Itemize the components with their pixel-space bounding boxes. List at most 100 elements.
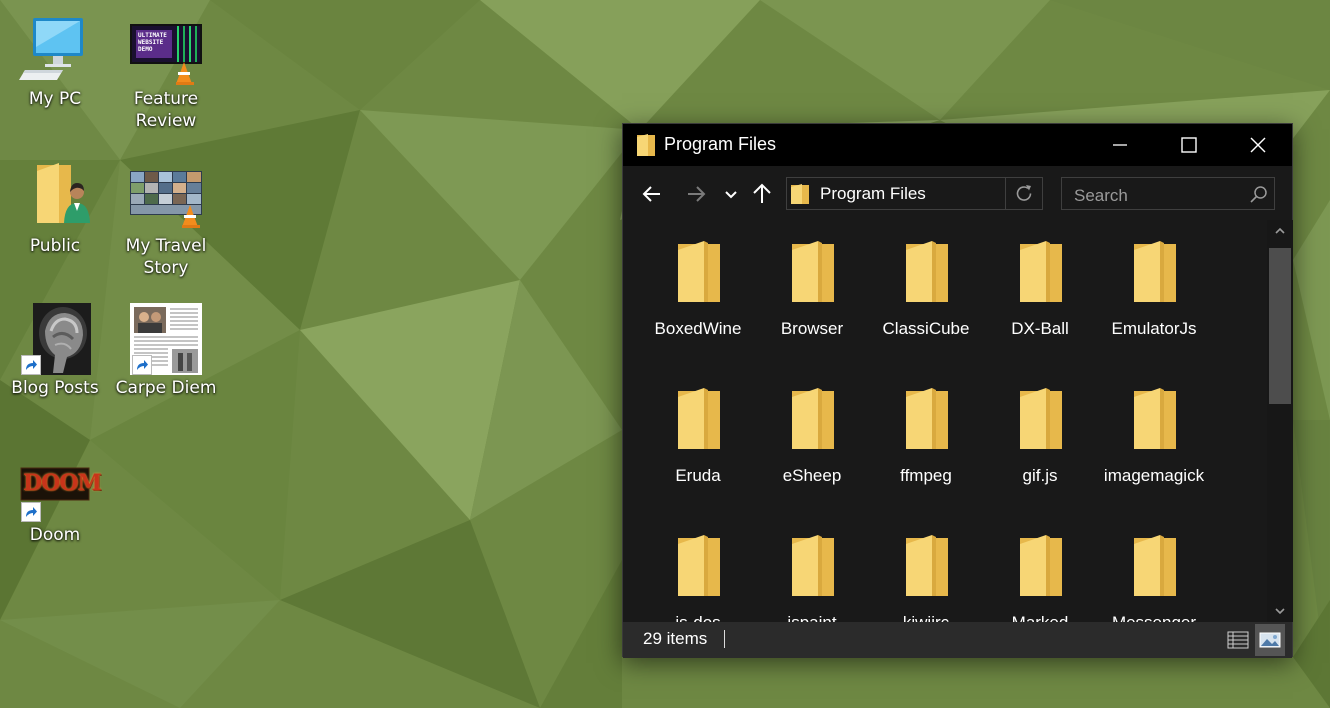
folder-label: EmulatorJs [1111, 319, 1197, 338]
search-icon [1250, 186, 1267, 203]
large-icons-view-button[interactable] [1255, 624, 1285, 656]
refresh-button[interactable] [1005, 178, 1042, 209]
desktop-icon-label: Carpe Diem [115, 378, 217, 398]
folder-item[interactable]: DX-Ball [984, 220, 1096, 340]
folder-icon [792, 535, 834, 596]
folder-label: Marked [986, 612, 1094, 622]
minimize-button[interactable] [1085, 124, 1154, 166]
address-bar[interactable]: Program Files [786, 177, 1043, 210]
computer-icon [19, 18, 83, 80]
recent-locations-button[interactable] [719, 181, 743, 207]
folder-item[interactable]: kiwiirc [870, 514, 982, 622]
status-separator [724, 630, 725, 648]
scroll-up-button[interactable] [1267, 220, 1293, 242]
folder-icon [792, 388, 834, 449]
arrow-right-icon [688, 186, 706, 202]
file-explorer-window[interactable]: Program Files Program Files Search Boxed… [622, 123, 1293, 658]
folder-label: js-dos [644, 612, 752, 622]
folder-item[interactable]: Marked [984, 514, 1096, 622]
desktop-icon-public[interactable]: Public [0, 161, 110, 301]
desktop-icon-label: Feature Review [133, 89, 199, 131]
folder-icon [1020, 388, 1062, 449]
folder-icon [1020, 241, 1062, 302]
folder-label: Browser [780, 319, 844, 338]
folder-item[interactable]: Messenger [1098, 514, 1210, 622]
chevron-up-icon [1275, 227, 1285, 234]
close-icon [1250, 137, 1266, 153]
folder-item[interactable]: js-dos [642, 514, 754, 622]
details-view-button[interactable] [1223, 624, 1253, 656]
arrow-up-icon [753, 183, 771, 203]
forward-button[interactable] [682, 181, 710, 207]
scroll-down-button[interactable] [1267, 600, 1293, 622]
folder-item[interactable]: Eruda [642, 367, 754, 487]
thumbnail-text: ULTIMATE WEBSITE DEMO [138, 32, 167, 53]
folder-label: ffmpeg [900, 466, 952, 485]
folder-item[interactable]: imagemagick [1098, 367, 1210, 487]
folder-label: kiwiirc [872, 612, 980, 622]
shortcut-arrow-icon [21, 502, 41, 522]
chevron-down-icon [1275, 608, 1285, 615]
folder-item[interactable]: gif.js [984, 367, 1096, 487]
refresh-icon [1016, 185, 1032, 201]
folder-item[interactable]: EmulatorJs [1098, 220, 1210, 340]
window-titlebar[interactable]: Program Files [623, 124, 1292, 166]
folder-item[interactable]: Browser [756, 220, 868, 340]
maximize-button[interactable] [1154, 124, 1223, 166]
shortcut-arrow-icon [21, 355, 41, 375]
large-icons-view-icon [1259, 632, 1281, 648]
folder-item[interactable]: jspaint [756, 514, 868, 622]
folder-icon [678, 241, 720, 302]
folder-icon [906, 388, 948, 449]
file-list[interactable]: BoxedWine Browser ClassiCube DX-Ball Emulato… [623, 220, 1267, 622]
folder-item[interactable]: ClassiCube [870, 220, 982, 340]
desktop-icon-label: My Travel Story [125, 236, 207, 278]
folder-item[interactable]: ffmpeg [870, 367, 982, 487]
close-button[interactable] [1223, 124, 1292, 166]
user-folder-icon [37, 163, 90, 223]
details-view-icon [1227, 631, 1249, 649]
folder-label: Messenger [1100, 612, 1208, 622]
folder-label: imagemagick [1103, 466, 1205, 485]
folder-label: jspaint [758, 612, 866, 622]
search-input[interactable] [1061, 177, 1275, 210]
minimize-icon [1113, 144, 1127, 146]
back-button[interactable] [638, 181, 666, 207]
video-icon [130, 171, 202, 228]
maximize-icon [1181, 137, 1197, 153]
folder-icon [906, 241, 948, 302]
shortcut-arrow-icon [132, 355, 152, 375]
up-button[interactable] [748, 181, 776, 207]
folder-icon [1134, 241, 1176, 302]
desktop-icon-blog-posts[interactable]: Blog Posts [0, 303, 110, 443]
folder-icon [791, 184, 809, 204]
folder-label: Eruda [675, 466, 721, 485]
folder-label: DX-Ball [1011, 319, 1069, 338]
folder-icon [1020, 535, 1062, 596]
folder-item[interactable]: eSheep [756, 367, 868, 487]
folder-label: ClassiCube [882, 319, 970, 338]
desktop-icon-my-travel-story[interactable]: My Travel Story [111, 161, 221, 301]
vertical-scrollbar[interactable] [1267, 220, 1293, 622]
status-bar: 29 items [623, 622, 1292, 658]
folder-icon [792, 241, 834, 302]
desktop-icon-feature-review[interactable]: ULTIMATE WEBSITE DEMO Feature Review [111, 14, 221, 154]
folder-icon [906, 535, 948, 596]
scroll-thumb[interactable] [1269, 248, 1291, 404]
folder-label: BoxedWine [654, 319, 742, 338]
desktop-icon-label: Public [29, 236, 81, 256]
game-logo-text: DOOM [23, 470, 102, 496]
folder-icon [1134, 388, 1176, 449]
arrow-left-icon [642, 186, 660, 202]
folder-icon [1134, 535, 1176, 596]
desktop-icon-doom[interactable]: DOOM Doom [0, 450, 110, 590]
navigation-bar: Program Files [623, 166, 1292, 220]
desktop-icon-label: Blog Posts [11, 378, 99, 398]
desktop-icon-carpe-diem[interactable]: Carpe Diem [111, 303, 221, 443]
folder-item[interactable]: BoxedWine [642, 220, 754, 340]
address-path: Program Files [820, 184, 926, 203]
desktop-icon-label: My PC [28, 89, 82, 109]
chevron-down-icon [725, 191, 737, 199]
desktop-icon-my-pc[interactable]: My PC [0, 14, 110, 154]
window-title: Program Files [664, 134, 777, 154]
